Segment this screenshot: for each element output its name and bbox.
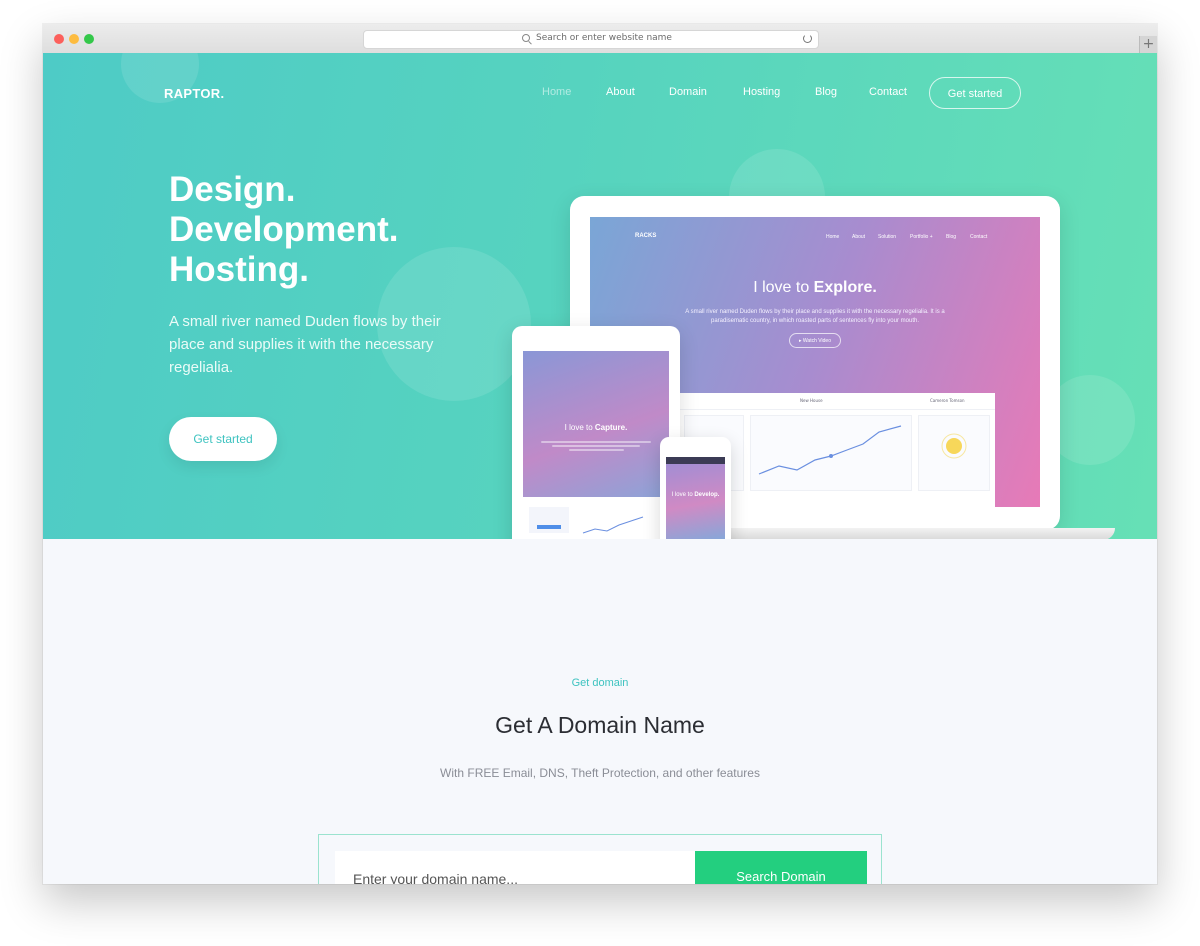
close-window-button[interactable] bbox=[54, 34, 64, 44]
nav-domain[interactable]: Domain bbox=[669, 86, 707, 98]
mockup-nav-item: Blog bbox=[946, 234, 957, 240]
dashboard-user: Cameron Tomson bbox=[930, 398, 965, 403]
dashboard-card bbox=[918, 415, 990, 491]
mockup-nav-item: Home bbox=[826, 234, 840, 240]
address-placeholder: Search or enter website name bbox=[536, 33, 672, 43]
mockup-brand: RACKS bbox=[635, 233, 657, 239]
section-subtitle: With FREE Email, DNS, Theft Protection, … bbox=[440, 766, 760, 780]
mockup-watch-video-button: ▸ Watch Video bbox=[789, 333, 841, 348]
hero-headline: Design. Development. Hosting. bbox=[169, 170, 399, 290]
tablet-description bbox=[541, 441, 651, 455]
tablet-dashboard bbox=[523, 497, 669, 539]
nav-blog[interactable]: Blog bbox=[815, 86, 837, 98]
browser-toolbar: Search or enter website name + bbox=[43, 24, 1157, 54]
line-chart-graphic bbox=[758, 425, 902, 475]
hero-section: RAPTOR. Home About Domain Hosting Blog C… bbox=[43, 53, 1157, 539]
section-eyebrow: Get domain bbox=[571, 677, 629, 689]
search-domain-button[interactable]: Search Domain bbox=[695, 851, 867, 884]
sun-icon bbox=[941, 433, 967, 459]
site-logo[interactable]: RAPTOR. bbox=[164, 86, 224, 101]
phone-screen: I love to Develop. bbox=[666, 457, 725, 539]
mockup-title-emph: Explore. bbox=[813, 279, 877, 296]
tablet-title-emph: Capture. bbox=[594, 423, 628, 432]
phone-title-prefix: I love to bbox=[671, 492, 695, 498]
mockup-nav-item: Contact bbox=[970, 234, 988, 240]
mockup-title: I love to Explore. bbox=[590, 279, 1040, 297]
hero-subtitle: A small river named Duden flows by their… bbox=[169, 313, 441, 376]
headline-line: Development. bbox=[169, 210, 399, 249]
phone-title: I love to Develop. bbox=[666, 492, 725, 498]
phone-mockup: I love to Develop. bbox=[660, 437, 731, 539]
new-tab-button[interactable]: + bbox=[1139, 36, 1157, 53]
tablet-title-prefix: I love to bbox=[564, 423, 595, 432]
tablet-mockup: I love to Capture. bbox=[512, 326, 680, 539]
phone-title-emph: Develop. bbox=[694, 492, 720, 498]
mockup-description: A small river named Duden flows by their… bbox=[685, 309, 945, 324]
browser-window: Search or enter website name + RAPTOR. H… bbox=[43, 24, 1157, 884]
dashboard-chart-card bbox=[750, 415, 912, 491]
dashboard-label: New House bbox=[800, 398, 823, 403]
domain-search-form: Search Domain bbox=[318, 834, 882, 884]
headline-line: Design. bbox=[169, 170, 296, 209]
phone-navbar bbox=[666, 457, 725, 464]
line-chart-graphic bbox=[529, 507, 644, 534]
address-bar[interactable]: Search or enter website name bbox=[363, 30, 819, 49]
headline-line: Hosting. bbox=[169, 250, 309, 289]
search-icon bbox=[522, 34, 530, 42]
tablet-screen: I love to Capture. bbox=[523, 351, 669, 539]
nav-hosting[interactable]: Hosting bbox=[743, 86, 780, 98]
hero-get-started-button[interactable]: Get started bbox=[169, 417, 277, 461]
minimize-window-button[interactable] bbox=[69, 34, 79, 44]
tablet-title: I love to Capture. bbox=[523, 423, 669, 432]
maximize-window-button[interactable] bbox=[84, 34, 94, 44]
domain-input[interactable] bbox=[335, 851, 695, 884]
nav-get-started-button[interactable]: Get started bbox=[929, 77, 1021, 109]
mockup-nav-item: Solution bbox=[878, 234, 897, 240]
section-title: Get A Domain Name bbox=[495, 712, 705, 738]
mockup-nav-item: About bbox=[852, 234, 866, 240]
nav-home[interactable]: Home bbox=[542, 86, 571, 98]
dashboard-header: New House Cameron Tomson bbox=[680, 393, 995, 410]
mockup-nav-item: Portfolio + bbox=[910, 234, 933, 240]
nav-contact[interactable]: Contact bbox=[869, 86, 907, 98]
mockup-title-prefix: I love to bbox=[753, 279, 814, 296]
reload-icon[interactable] bbox=[803, 34, 812, 43]
nav-about[interactable]: About bbox=[606, 86, 635, 98]
